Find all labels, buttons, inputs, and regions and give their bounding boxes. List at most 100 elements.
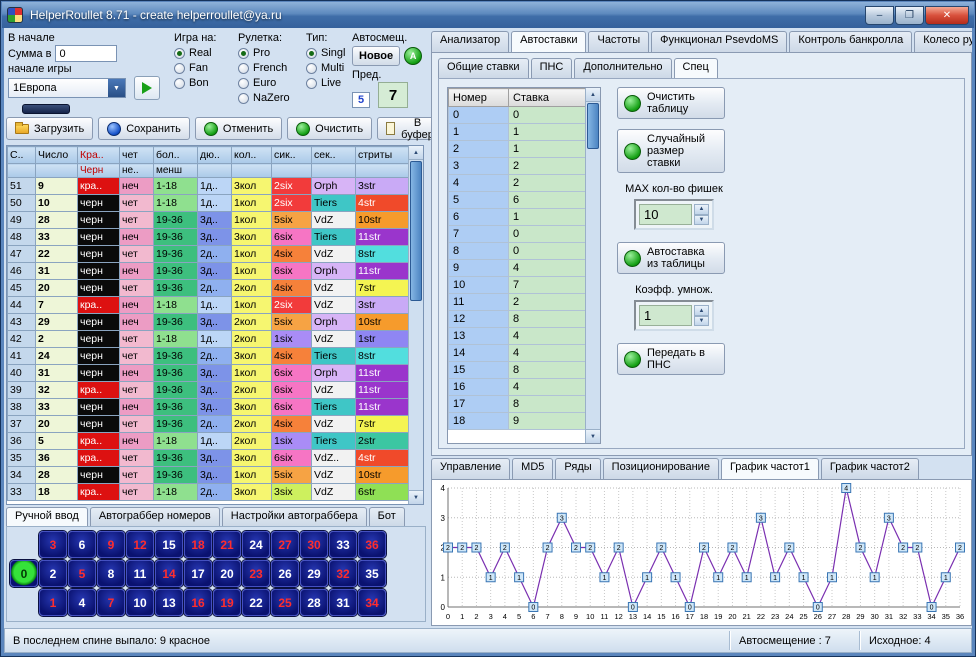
- bet-stake-cell[interactable]: 9: [509, 413, 587, 430]
- bet-row[interactable]: 21: [449, 141, 587, 158]
- save-button[interactable]: Сохранить: [98, 117, 190, 140]
- load-button[interactable]: Загрузить: [6, 117, 93, 140]
- scroll-up-icon[interactable]: ▲: [409, 146, 423, 160]
- numpad-number-25[interactable]: 25: [271, 589, 299, 616]
- radio-singl[interactable]: Singl: [306, 47, 345, 59]
- bet-stake-cell[interactable]: 4: [509, 345, 587, 362]
- history-row[interactable]: 422чернчет1-181д..2кол1sixVdZ1str: [8, 331, 410, 348]
- bet-row[interactable]: 00: [449, 107, 587, 124]
- bet-row[interactable]: 32: [449, 158, 587, 175]
- radio-real[interactable]: Real: [174, 47, 216, 59]
- history-row[interactable]: 4928чернчет19-363д..1кол5sixVdZ10str: [8, 212, 410, 229]
- bet-stake-cell[interactable]: 1: [509, 209, 587, 226]
- spin-up-icon[interactable]: ▲: [694, 204, 709, 215]
- clear-button[interactable]: Очистить: [287, 117, 372, 140]
- radio-euro[interactable]: Euro: [238, 77, 290, 89]
- history-row[interactable]: 4329черннеч19-363д..2кол5sixOrph10str: [8, 314, 410, 331]
- bet-stake-cell[interactable]: 8: [509, 362, 587, 379]
- bet-stake-cell[interactable]: 0: [509, 107, 587, 124]
- scrollbar-thumb[interactable]: [587, 103, 599, 149]
- numpad-number-7[interactable]: 7: [97, 589, 125, 616]
- numpad-number-4[interactable]: 4: [68, 589, 96, 616]
- numpad-number-15[interactable]: 15: [155, 531, 183, 558]
- numpad-number-2[interactable]: 2: [39, 560, 67, 587]
- bet-stake-cell[interactable]: 4: [509, 260, 587, 277]
- tab-positioning[interactable]: Позиционирование: [603, 458, 719, 479]
- tab-pns[interactable]: ПНС: [531, 58, 573, 78]
- numpad-number-23[interactable]: 23: [242, 560, 270, 587]
- tab-psevdoms[interactable]: Функционал PsevdoMS: [651, 31, 787, 52]
- history-row[interactable]: 519кра..неч1-181д..3кол2sixOrph3str: [8, 178, 410, 195]
- scroll-up-icon[interactable]: ▲: [586, 88, 600, 102]
- bet-row[interactable]: 134: [449, 328, 587, 345]
- bet-stake-cell[interactable]: 8: [509, 311, 587, 328]
- numpad-number-14[interactable]: 14: [155, 560, 183, 587]
- minimize-button[interactable]: –: [865, 6, 894, 25]
- start-sum-input[interactable]: [55, 45, 117, 62]
- game-select[interactable]: 1Европа ▼: [8, 78, 126, 98]
- tab-wheel[interactable]: Колесо ру: [914, 31, 972, 52]
- bet-row[interactable]: 11: [449, 124, 587, 141]
- bet-row[interactable]: 158: [449, 362, 587, 379]
- close-button[interactable]: ✕: [925, 6, 969, 25]
- numpad-number-32[interactable]: 32: [329, 560, 357, 587]
- autoshift-icon[interactable]: A: [404, 47, 422, 65]
- numpad-number-34[interactable]: 34: [358, 589, 386, 616]
- numpad-number-26[interactable]: 26: [271, 560, 299, 587]
- bet-row[interactable]: 80: [449, 243, 587, 260]
- history-row[interactable]: 3833черннеч19-363д..3кол6sixTiers11str: [8, 399, 410, 416]
- bet-stake-cell[interactable]: 1: [509, 141, 587, 158]
- tab-freq-chart2[interactable]: График частот2: [821, 458, 919, 479]
- bet-stake-cell[interactable]: 0: [509, 226, 587, 243]
- radio-live[interactable]: Live: [306, 77, 345, 89]
- numpad-number-8[interactable]: 8: [97, 560, 125, 587]
- tab-bot[interactable]: Бот: [369, 507, 405, 526]
- history-row[interactable]: 4833черннеч19-363д..3кол6sixTiers11str: [8, 229, 410, 246]
- history-scrollbar[interactable]: ▲ ▼: [408, 146, 423, 504]
- tab-additional[interactable]: Дополнительно: [574, 58, 671, 78]
- tab-rows[interactable]: Ряды: [555, 458, 600, 479]
- numpad-number-11[interactable]: 11: [126, 560, 154, 587]
- numpad-number-5[interactable]: 5: [68, 560, 96, 587]
- bet-row[interactable]: 70: [449, 226, 587, 243]
- numpad-number-24[interactable]: 24: [242, 531, 270, 558]
- undo-button[interactable]: Отменить: [195, 117, 282, 140]
- bet-stake-cell[interactable]: 7: [509, 277, 587, 294]
- numpad-number-16[interactable]: 16: [184, 589, 212, 616]
- bet-row[interactable]: 164: [449, 379, 587, 396]
- bet-row[interactable]: 144: [449, 345, 587, 362]
- history-row[interactable]: 5010чернчет1-181д..1кол2sixTiers4str: [8, 195, 410, 212]
- numpad-number-28[interactable]: 28: [300, 589, 328, 616]
- tab-frequencies[interactable]: Частоты: [588, 31, 649, 52]
- tab-md5[interactable]: MD5: [512, 458, 553, 479]
- history-row[interactable]: 365кра..неч1-181д..2кол1sixTiers2str: [8, 433, 410, 450]
- numpad-number-10[interactable]: 10: [126, 589, 154, 616]
- bet-stake-cell[interactable]: 4: [509, 379, 587, 396]
- new-button[interactable]: Новое: [352, 46, 400, 66]
- history-row[interactable]: 447кра..неч1-181д..1кол2sixVdZ3str: [8, 297, 410, 314]
- bet-stake-cell[interactable]: 8: [509, 396, 587, 413]
- history-row[interactable]: 3720чернчет19-362д..2кол4sixVdZ7str: [8, 416, 410, 433]
- numpad-number-27[interactable]: 27: [271, 531, 299, 558]
- tab-spec[interactable]: Спец: [674, 58, 718, 78]
- bet-row[interactable]: 56: [449, 192, 587, 209]
- numpad-number-18[interactable]: 18: [184, 531, 212, 558]
- bet-stake-cell[interactable]: 1: [509, 124, 587, 141]
- history-row[interactable]: 4124чернчет19-362д..3кол4sixTiers8str: [8, 348, 410, 365]
- numpad-number-20[interactable]: 20: [213, 560, 241, 587]
- numpad-number-3[interactable]: 3: [39, 531, 67, 558]
- numpad-number-9[interactable]: 9: [97, 531, 125, 558]
- numpad-number-12[interactable]: 12: [126, 531, 154, 558]
- bet-row[interactable]: 42: [449, 175, 587, 192]
- bet-row[interactable]: 61: [449, 209, 587, 226]
- numpad-number-17[interactable]: 17: [184, 560, 212, 587]
- numpad-number-6[interactable]: 6: [68, 531, 96, 558]
- radio-multi[interactable]: Multi: [306, 62, 345, 74]
- multiplier-value[interactable]: 1: [639, 305, 692, 326]
- tab-analyzer[interactable]: Анализатор: [431, 31, 509, 52]
- maximize-button[interactable]: ❐: [895, 6, 924, 25]
- tab-autograbber-settings[interactable]: Настройки автограббера: [222, 507, 367, 526]
- tab-manual-input[interactable]: Ручной ввод: [6, 507, 88, 526]
- numpad-number-31[interactable]: 31: [329, 589, 357, 616]
- bet-stake-cell[interactable]: 2: [509, 175, 587, 192]
